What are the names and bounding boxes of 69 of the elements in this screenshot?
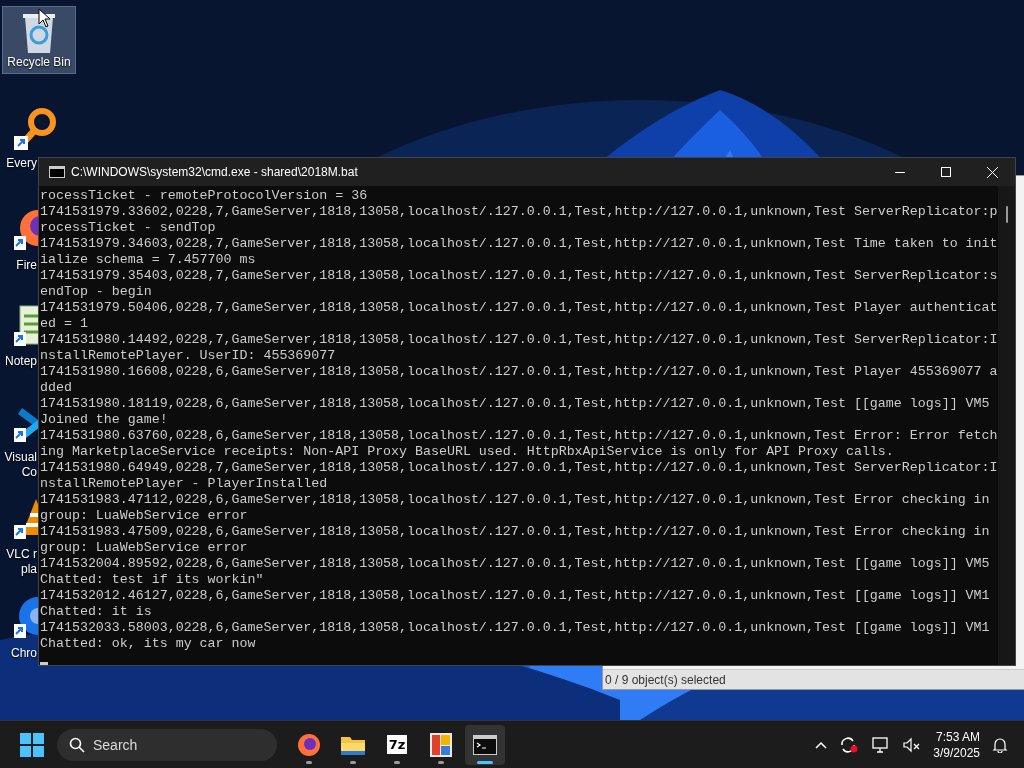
taskbar-app[interactable]: 7z (377, 724, 417, 765)
console-line: Chatted: ok, its my car now (40, 636, 256, 652)
clock-date[interactable]: 3/9/2025 (933, 744, 980, 761)
console-line: ing MarketplaceService receipts: Non-API Proxy BaseURL used. HttpRbxApiService is only for API Proxy calls. (40, 444, 894, 460)
console-line: Chatted: test if its workin" (40, 572, 264, 588)
fox-icon (297, 732, 321, 757)
console-line: 1741531980.64949,0228,7,GameServer,1818,13058,localhost/.127.0.0.1,Test,http://127.0.0.1,unknown,Test ServerReplicator:I (40, 460, 998, 476)
photos-icon (430, 732, 452, 757)
icon-label[interactable]: VLC r (6, 547, 37, 562)
console-line: Chatted: it is (40, 604, 152, 620)
console-line: 1741531979.33602,0228,7,GameServer,1818,13058,localhost/.127.0.0.1,Test,http://127.0.0.1,unknown,Test ServerReplicator:p (40, 204, 998, 220)
icon-label[interactable]: Chro (11, 646, 37, 661)
console-line: 1741531983.47509,0228,6,GameServer,1818,13058,localhost/.127.0.0.1,Test,http://127.0.0.1,unknown,Test Error checking in (40, 524, 990, 540)
console-line: rocessTicket - remoteProtocolVersion = 36 (40, 188, 368, 204)
terminal-icon (473, 734, 497, 755)
chevron-up-icon[interactable] (815, 740, 828, 749)
taskbar-app[interactable] (465, 724, 505, 765)
cursor-icon (38, 8, 51, 28)
status-text: 0 / 9 object(s) selected (605, 671, 726, 689)
console-line: 1741531980.14492,0228,7,GameServer,1818,13058,localhost/.127.0.0.1,Test,http://127.0.0.1,unknown,Test ServerReplicator:I (40, 332, 998, 348)
icon-label[interactable]: Notep (4, 354, 37, 369)
running-indicator (438, 760, 444, 764)
scrollbar-thumb[interactable] (1005, 206, 1008, 223)
console-line: 1741532012.46127,0228,6,GameServer,1818,13058,localhost/.127.0.0.1,Test,http://127.0.0.1,unknown,Test [[game logs]] VM1 (40, 588, 990, 604)
bell-icon[interactable] (992, 736, 1008, 753)
console-line: rocessTicket - sendTop (40, 220, 216, 236)
clock-time[interactable]: 7:53 AM (935, 728, 980, 745)
running-indicator (350, 760, 356, 764)
close-icon (986, 166, 998, 178)
running-indicator (477, 760, 493, 764)
muted-volume-icon[interactable] (903, 736, 922, 753)
text-cursor (40, 662, 48, 665)
console-line: nstallRemotePlayer - PlayerInstalled (40, 476, 328, 492)
console-line: 1741531979.50406,0228,7,GameServer,1818,13058,localhost/.127.0.0.1,Test,http://127.0.0.1,unknown,Test Player authenticat (40, 300, 998, 316)
selected-desktop-icon[interactable]: Recycle Bin (2, 6, 76, 74)
icon-label[interactable]: Visual (4, 450, 37, 465)
icon-label[interactable]: Recycle Bin (7, 55, 71, 70)
archiver-icon: 7z (386, 735, 408, 754)
console-line: dded (40, 380, 72, 396)
maximize-icon (941, 167, 951, 177)
console-line: 1741531980.18119,0228,6,GameServer,1818,13058,localhost/.127.0.0.1,Test,http://127.0.0.1,unknown,Test [[game logs]] VM5 (40, 396, 990, 412)
console-line: endTop - begin (40, 284, 152, 300)
console-line: Joined the game! (40, 412, 168, 428)
icon-label[interactable]: Every (6, 156, 37, 171)
console-line: group: LuaWebService error (40, 508, 248, 524)
start-icon[interactable] (20, 732, 44, 757)
console-icon (49, 166, 65, 178)
console-line: group: LuaWebService error (40, 540, 248, 556)
console-line: 1741531980.16608,0228,6,GameServer,1818,13058,localhost/.127.0.0.1,Test,http://127.0.0.1,unknown,Test Player 455369077 a (40, 364, 998, 380)
console-line: ialize schema = 7.457700 ms (40, 252, 256, 268)
console-line: nstallRemotePlayer. UserID: 455369077 (40, 348, 336, 364)
minimize-icon (895, 171, 905, 173)
running-indicator (394, 760, 400, 764)
window-title: C:\WINDOWS\system32\cmd.exe - shared\2018M.bat (71, 164, 359, 181)
console-line: 1741531979.34603,0228,7,GameServer,1818,13058,localhost/.127.0.0.1,Test,http://127.0.0.1,unknown,Test Time taken to init (40, 236, 998, 252)
console-line: 1741531980.63760,0228,6,GameServer,1818,13058,localhost/.127.0.0.1,Test,http://127.0.0.1,unknown,Test Error: Error fetch (40, 428, 998, 444)
console-line: 1741531979.35403,0228,7,GameServer,1818,13058,localhost/.127.0.0.1,Test,http://127.0.0.1,unknown,Test ServerReplicator:s (40, 268, 998, 284)
scrollbar[interactable] (998, 186, 1015, 665)
console-line: 1741531983.47112,0228,6,GameServer,1818,13058,localhost/.127.0.0.1,Test,http://127.0.0.1,unknown,Test Error checking in (40, 492, 990, 508)
icon-label[interactable]: pla (21, 562, 37, 577)
search-field[interactable]: Search (57, 728, 277, 761)
running-indicator (306, 760, 312, 764)
sync-icon[interactable] (839, 735, 860, 754)
console-line: 1741532033.58003,0228,6,GameServer,1818,13058,localhost/.127.0.0.1,Test,http://127.0.0.1,unknown,Test [[game logs]] VM1 (40, 620, 990, 636)
console-line: ed = 1 (40, 316, 88, 332)
console-line: 1741532004.89592,0228,6,GameServer,1818,13058,localhost/.127.0.0.1,Test,http://127.0.0.1,unknown,Test [[game logs]] VM5 (40, 556, 990, 572)
icon-label[interactable]: Co (21, 465, 37, 480)
icon-label[interactable]: Fire (16, 258, 37, 273)
search-icon (69, 736, 85, 753)
